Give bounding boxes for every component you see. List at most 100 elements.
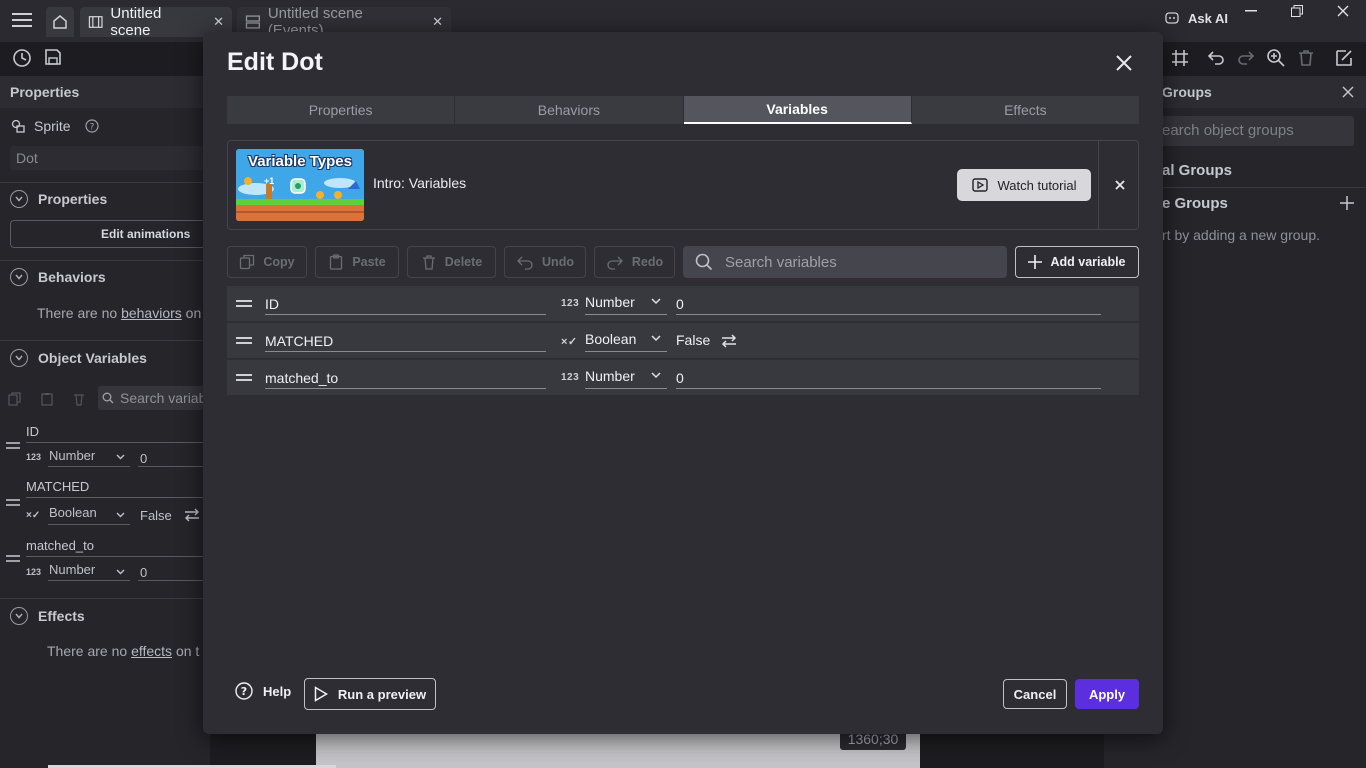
copy-button[interactable]: Copy — [227, 246, 307, 278]
close-icon[interactable] — [1113, 52, 1135, 74]
object-name-field[interactable]: Dot — [10, 146, 210, 170]
drag-handle-icon[interactable] — [6, 555, 20, 565]
grid-icon[interactable] — [1170, 48, 1190, 68]
hamburger-menu-icon[interactable] — [12, 12, 32, 28]
effects-link[interactable]: effects — [131, 643, 172, 659]
close-tab-icon[interactable]: ✕ — [432, 14, 443, 30]
boolean-type-icon: ×✓ — [26, 510, 41, 521]
tab-properties[interactable]: Properties — [227, 96, 456, 124]
run-preview-button[interactable]: Run a preview — [304, 678, 436, 710]
trash-icon[interactable] — [72, 392, 86, 406]
history-icon[interactable] — [12, 48, 32, 68]
variable-value[interactable]: False — [140, 508, 172, 523]
help-icon: ? — [235, 682, 253, 700]
minimize-icon[interactable] — [1240, 4, 1262, 18]
object-type-label: Sprite — [34, 118, 71, 134]
variable-type-select[interactable]: Number — [585, 368, 635, 384]
paste-icon[interactable] — [40, 392, 54, 406]
search-variables-input[interactable] — [725, 253, 995, 271]
variable-name[interactable]: MATCHED — [26, 479, 89, 494]
variable-name[interactable]: ID — [26, 424, 39, 439]
restore-icon[interactable] — [1286, 4, 1308, 18]
close-tab-icon[interactable]: ✕ — [213, 14, 224, 30]
help-icon[interactable]: ? — [84, 119, 99, 133]
groups-hint: rt by adding a new group. — [1162, 227, 1320, 243]
chevron-down-icon — [10, 268, 28, 286]
tab-variables[interactable]: Variables — [683, 96, 912, 124]
variable-type-select[interactable]: Number — [585, 294, 635, 310]
help-button[interactable]: ? Help — [235, 682, 291, 700]
redo-icon — [607, 256, 623, 270]
tab-effects[interactable]: Effects — [912, 96, 1139, 124]
sprite-icon — [11, 119, 25, 133]
underline — [48, 466, 130, 467]
paste-button[interactable]: Paste — [315, 246, 399, 278]
variable-type[interactable]: Number — [49, 562, 95, 577]
add-group-icon[interactable] — [1340, 196, 1354, 210]
behaviors-link[interactable]: behaviors — [121, 305, 182, 321]
save-icon[interactable] — [44, 48, 62, 66]
global-groups-label: al Groups — [1162, 162, 1233, 179]
tab-behaviors[interactable]: Behaviors — [455, 96, 684, 124]
variable-value[interactable]: 0 — [676, 296, 684, 312]
svg-text:?: ? — [89, 123, 94, 133]
trash-icon[interactable] — [1296, 48, 1316, 68]
chevron-down-icon — [116, 569, 125, 575]
close-icon[interactable] — [1112, 177, 1128, 193]
variable-value[interactable]: 0 — [140, 565, 147, 580]
variable-name[interactable]: MATCHED — [265, 333, 333, 349]
number-type-icon: 123 — [561, 298, 580, 309]
watch-tutorial-button[interactable]: Watch tutorial — [957, 169, 1091, 201]
divider — [0, 598, 210, 599]
tutorial-thumbnail[interactable]: Variable Types +1 — [236, 149, 364, 221]
variable-type-select[interactable]: Boolean — [585, 331, 636, 347]
delete-button[interactable]: Delete — [407, 246, 496, 278]
drag-handle-icon[interactable] — [6, 442, 20, 452]
redo-button[interactable]: Redo — [594, 246, 675, 278]
undo-icon[interactable] — [1206, 48, 1226, 68]
close-window-icon[interactable] — [1332, 4, 1354, 18]
scene-canvas[interactable]: 1360;30 — [316, 728, 920, 768]
properties-panel: Properties Sprite ? Dot Properties Edit … — [0, 76, 210, 768]
edit-icon[interactable] — [1334, 48, 1354, 68]
search-variables[interactable] — [683, 246, 1007, 278]
edit-animations-button[interactable]: Edit animations — [10, 220, 210, 248]
drag-handle-icon[interactable] — [236, 374, 252, 384]
variable-value[interactable]: False — [676, 332, 710, 348]
variables-search[interactable]: Search variab — [98, 386, 210, 410]
cancel-button[interactable]: Cancel — [1003, 679, 1067, 709]
number-type-icon: 123 — [26, 452, 42, 462]
variable-type[interactable]: Boolean — [49, 505, 97, 520]
close-icon[interactable] — [1342, 86, 1354, 98]
svg-text:?: ? — [241, 685, 247, 698]
variable-name[interactable]: matched_to — [26, 538, 94, 553]
drag-handle-icon[interactable] — [236, 337, 252, 347]
copy-icon[interactable] — [8, 392, 22, 406]
variable-value[interactable]: 0 — [140, 451, 147, 466]
behaviors-section[interactable]: Behaviors — [10, 268, 106, 286]
variable-type[interactable]: Number — [49, 448, 95, 463]
swap-icon[interactable] — [721, 333, 737, 349]
drag-handle-icon[interactable] — [6, 499, 20, 509]
undo-button[interactable]: Undo — [504, 246, 586, 278]
swap-icon[interactable] — [184, 508, 200, 522]
object-variables-section[interactable]: Object Variables — [10, 349, 147, 367]
chevron-down-icon — [651, 372, 661, 379]
redo-icon[interactable] — [1236, 48, 1256, 68]
groups-title: Groups — [1162, 84, 1212, 100]
variable-name[interactable]: ID — [265, 296, 279, 312]
underline — [265, 388, 546, 389]
effects-section[interactable]: Effects — [10, 607, 85, 625]
ask-ai-button[interactable]: Ask AI — [1164, 10, 1228, 26]
drag-handle-icon[interactable] — [236, 300, 252, 310]
variable-name[interactable]: matched_to — [265, 370, 338, 386]
underline — [676, 388, 1101, 389]
add-variable-button[interactable]: Add variable — [1015, 246, 1139, 278]
paste-icon — [330, 254, 343, 270]
variable-value[interactable]: 0 — [676, 370, 684, 386]
apply-button[interactable]: Apply — [1075, 679, 1139, 709]
home-tab[interactable] — [46, 7, 74, 37]
zoom-icon[interactable] — [1266, 48, 1286, 68]
groups-search-input[interactable]: earch object groups — [1152, 116, 1354, 146]
properties-section[interactable]: Properties — [10, 190, 107, 208]
